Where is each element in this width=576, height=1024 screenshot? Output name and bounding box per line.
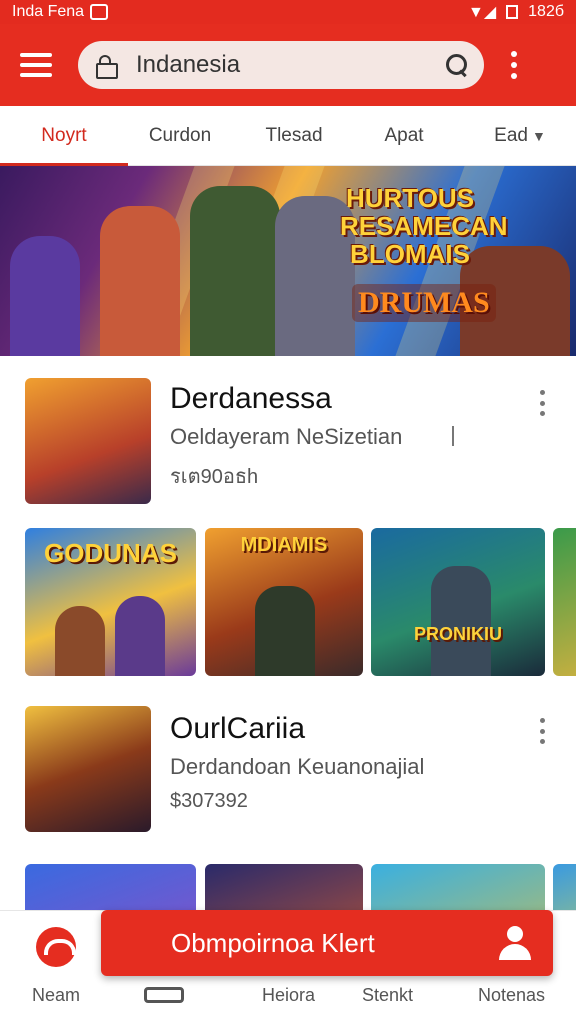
banner-subtitle: DRUMAS xyxy=(352,284,496,322)
game-tile[interactable] xyxy=(25,864,196,914)
home-icon[interactable] xyxy=(36,927,76,967)
notification-icon xyxy=(90,4,109,20)
app-thumbnail xyxy=(25,378,151,504)
overflow-menu-icon[interactable] xyxy=(510,51,518,79)
game-tile[interactable]: PRONIKIU xyxy=(371,528,545,676)
gamepad-icon[interactable] xyxy=(144,987,184,1003)
tab-label: Tlesad xyxy=(265,125,323,146)
banner-hero xyxy=(190,186,280,356)
tile-figure xyxy=(115,596,165,676)
tab-tlesad[interactable]: Tlesad xyxy=(240,106,348,166)
app-bar: Indanesia xyxy=(0,24,576,106)
nav-label-notenas[interactable]: Notenas xyxy=(478,985,545,1006)
tile-figure xyxy=(55,606,105,676)
tile-label: GODUNAS xyxy=(44,538,177,568)
app-thumbnail xyxy=(25,706,151,832)
divider xyxy=(452,426,454,446)
person-icon xyxy=(499,926,531,960)
tab-curdon[interactable]: Curdon xyxy=(128,106,232,166)
game-tile[interactable]: MDIAMIS xyxy=(205,528,363,676)
cta-button[interactable]: Obmpoirnoa Klert xyxy=(101,910,553,976)
search-input[interactable]: Indanesia xyxy=(136,51,446,79)
featured-banner[interactable]: HURTOUS RESAMECAN BLOMAIS DRUMAS xyxy=(0,166,576,356)
nav-label-heiora[interactable]: Heiora xyxy=(262,985,315,1006)
game-tile[interactable] xyxy=(371,864,545,914)
tile-label: PRONIKIU xyxy=(413,624,502,644)
search-bar[interactable]: Indanesia xyxy=(78,41,484,89)
tile-row: GODUNAS MDIAMIS PRONIKIU xyxy=(25,528,576,676)
app-title: Derdanessa xyxy=(170,382,332,415)
tab-apat[interactable]: Apat xyxy=(356,106,452,166)
banner-hero xyxy=(100,206,180,356)
tab-label: Noyrt xyxy=(41,125,87,146)
nav-label-stenkt[interactable]: Stenkt xyxy=(362,985,413,1006)
tab-ead[interactable]: Ead ▼ xyxy=(470,106,570,166)
app-title: OurlCariia xyxy=(170,712,306,745)
nav-label-neam[interactable]: Neam xyxy=(32,985,80,1006)
tab-label: Apat xyxy=(384,125,424,146)
lock-icon xyxy=(96,55,118,79)
card-overflow-icon[interactable] xyxy=(538,390,546,416)
game-tile[interactable] xyxy=(553,528,576,676)
cta-label: Obmpoirnoa Klert xyxy=(171,927,375,958)
signal-icon: ▼◢ xyxy=(468,4,497,21)
game-tile[interactable] xyxy=(205,864,363,914)
app-subtitle: Oeldayeram NeSizetian xyxy=(170,424,403,449)
status-bar: Inda Fena ▼◢ 182б xyxy=(0,0,576,24)
menu-icon[interactable] xyxy=(20,53,52,77)
app-card[interactable]: OurlCariia Derdandoan Keuanonajial $3073… xyxy=(0,692,576,842)
chevron-down-icon: ▼ xyxy=(531,128,546,144)
tab-label: Curdon xyxy=(148,125,212,146)
tab-label: Ead xyxy=(494,125,528,146)
banner-creature xyxy=(10,236,80,356)
status-title: Inda Fena xyxy=(12,3,85,20)
app-card[interactable]: Derdanessa Oeldayeram NeSizetian รเต90อธ… xyxy=(0,364,576,514)
tab-bar: Noyrt Curdon Tlesad Apat Ead ▼ xyxy=(0,106,576,166)
tile-figure xyxy=(255,586,315,676)
tile-figure xyxy=(431,566,491,676)
app-subtitle: Derdandoan Keuanonajial xyxy=(170,754,425,779)
search-icon[interactable] xyxy=(446,54,468,76)
tab-noyrt[interactable]: Noyrt xyxy=(0,106,128,166)
banner-title: HURTOUS RESAMECAN BLOMAIS xyxy=(340,183,508,269)
app-price: รเต90อธh xyxy=(170,466,259,488)
tile-row xyxy=(25,864,576,914)
status-time: 182б xyxy=(528,3,564,20)
card-overflow-icon[interactable] xyxy=(538,718,546,744)
game-tile[interactable]: GODUNAS xyxy=(25,528,196,676)
battery-icon xyxy=(506,5,519,19)
app-price: $307392 xyxy=(170,790,248,812)
tile-label: MDIAMIS xyxy=(240,534,328,556)
game-tile[interactable] xyxy=(553,864,576,914)
